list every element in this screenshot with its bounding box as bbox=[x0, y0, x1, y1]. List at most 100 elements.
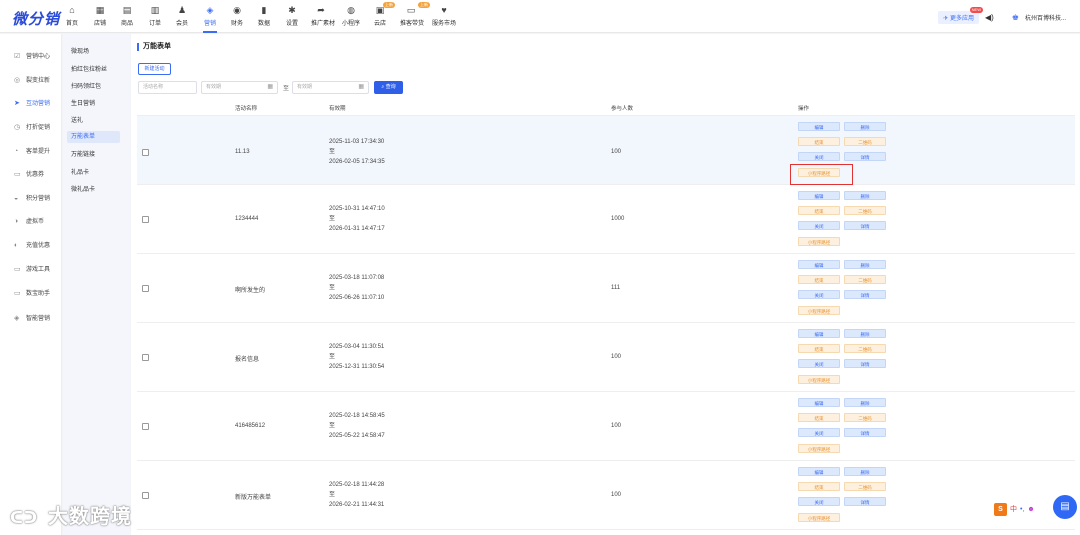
stop-button[interactable]: 结束 bbox=[798, 206, 840, 215]
ime-toolbar[interactable]: S 中 •, ☻ bbox=[994, 501, 1035, 517]
delete-button[interactable]: 删除 bbox=[844, 398, 886, 407]
submenu-item-6[interactable]: 万能链接 bbox=[67, 149, 120, 161]
mini-program-path-button[interactable]: 小程序路径 bbox=[798, 306, 840, 315]
submenu-item-8[interactable]: 微礼品卡 bbox=[67, 184, 120, 196]
ime-language[interactable]: 中 bbox=[1010, 504, 1017, 514]
edit-button[interactable]: 编辑 bbox=[798, 329, 840, 338]
qrcode-button[interactable]: 二维码 bbox=[844, 275, 886, 284]
detail-button[interactable]: 详情 bbox=[844, 152, 886, 161]
ime-punctuation-icon[interactable]: •, bbox=[1020, 506, 1024, 513]
more-apps-button[interactable]: ✈ 更多应用 NEW bbox=[938, 7, 983, 24]
close-button[interactable]: 关闭 bbox=[798, 428, 840, 437]
row-checkbox[interactable] bbox=[142, 354, 149, 361]
nav-item-11[interactable]: ▣ 云店 上新 bbox=[373, 2, 395, 33]
qrcode-button[interactable]: 二维码 bbox=[844, 137, 886, 146]
participant-count: 1000 bbox=[611, 216, 625, 222]
sidebar-item-7[interactable]: ◑ 虚拟币 bbox=[0, 215, 62, 229]
detail-button[interactable]: 详情 bbox=[844, 428, 886, 437]
sidebar-item-11[interactable]: ◈ 智能营销 bbox=[0, 312, 62, 326]
close-button[interactable]: 关闭 bbox=[798, 497, 840, 506]
close-button[interactable]: 关闭 bbox=[798, 290, 840, 299]
row-checkbox[interactable] bbox=[142, 285, 149, 292]
stop-button[interactable]: 结束 bbox=[798, 482, 840, 491]
stop-button[interactable]: 结束 bbox=[798, 275, 840, 284]
company-name[interactable]: 杭州百博科技... bbox=[1025, 13, 1066, 22]
floating-menu-button[interactable]: ▤ bbox=[1053, 495, 1077, 519]
sidebar-item-10[interactable]: ▭ 数宝助手 bbox=[0, 287, 62, 301]
detail-button[interactable]: 详情 bbox=[844, 290, 886, 299]
nav-item-9[interactable]: ➦ 推广素材 bbox=[311, 4, 335, 33]
submenu-item-7[interactable]: 礼品卡 bbox=[67, 167, 120, 179]
stop-button[interactable]: 结束 bbox=[798, 137, 840, 146]
submenu-item-2[interactable]: 扫码领红包 bbox=[67, 81, 120, 93]
ime-logo[interactable]: S bbox=[994, 502, 1007, 516]
stop-button[interactable]: 结束 bbox=[798, 344, 840, 353]
close-button[interactable]: 关闭 bbox=[798, 221, 840, 230]
submenu-item-1[interactable]: 拍红包拉粉丝 bbox=[67, 64, 120, 76]
nav-item-8[interactable]: ✱ 设置 bbox=[285, 4, 299, 33]
nav-item-13[interactable]: ♥ 服务市场 bbox=[431, 4, 457, 33]
nav-item-12[interactable]: ▭ 推客带货 上新 bbox=[400, 2, 430, 33]
stop-button[interactable]: 结束 bbox=[798, 413, 840, 422]
sidebar-item-3[interactable]: ◷ 打折促销 bbox=[0, 121, 62, 135]
sidebar-item-6[interactable]: ◒ 积分营销 bbox=[0, 192, 62, 206]
sound-icon[interactable]: ◀) bbox=[985, 13, 994, 22]
app-logo[interactable]: 微分销 bbox=[12, 8, 60, 29]
activity-name-input[interactable]: 活动名称 bbox=[138, 81, 197, 94]
detail-button[interactable]: 详情 bbox=[844, 359, 886, 368]
mini-program-path-button[interactable]: 小程序路径 bbox=[798, 513, 840, 522]
submenu-item-3[interactable]: 生日营销 bbox=[67, 98, 120, 110]
sidebar-item-8[interactable]: ◐ 充值优惠 bbox=[0, 239, 62, 253]
row-checkbox[interactable] bbox=[142, 149, 149, 156]
close-button[interactable]: 关闭 bbox=[798, 359, 840, 368]
nav-item-7[interactable]: ▮ 数据 bbox=[257, 4, 271, 33]
delete-button[interactable]: 删除 bbox=[844, 329, 886, 338]
close-button[interactable]: 关闭 bbox=[798, 152, 840, 161]
edit-button[interactable]: 编辑 bbox=[798, 467, 840, 476]
nav-item-5[interactable]: ◈ 营销 bbox=[203, 4, 217, 33]
mini-program-path-button[interactable]: 小程序路径 bbox=[798, 444, 840, 453]
detail-button[interactable]: 详情 bbox=[844, 497, 886, 506]
delete-button[interactable]: 删除 bbox=[844, 260, 886, 269]
edit-button[interactable]: 编辑 bbox=[798, 122, 840, 131]
nav-item-6[interactable]: ◉ 财务 bbox=[230, 4, 244, 33]
mini-program-path-button[interactable]: 小程序路径 bbox=[798, 237, 840, 246]
row-checkbox[interactable] bbox=[142, 423, 149, 430]
start-date-input[interactable]: 有效期 ▦ bbox=[201, 81, 278, 94]
edit-button[interactable]: 编辑 bbox=[798, 398, 840, 407]
row-checkbox[interactable] bbox=[142, 216, 149, 223]
new-activity-button[interactable]: 新建活动 bbox=[138, 63, 171, 75]
avatar[interactable]: ♚ bbox=[1012, 13, 1019, 22]
edit-button[interactable]: 编辑 bbox=[798, 191, 840, 200]
sidebar-item-0[interactable]: ☑ 营销中心 bbox=[0, 50, 62, 64]
qrcode-button[interactable]: 二维码 bbox=[844, 344, 886, 353]
sidebar-item-4[interactable]: ◔ 客单提升 bbox=[0, 145, 62, 159]
mini-program-path-button[interactable]: 小程序路径 bbox=[798, 375, 840, 384]
ime-emoji-icon[interactable]: ☻ bbox=[1027, 506, 1034, 513]
settings-icon: ✱ bbox=[288, 5, 296, 15]
edit-button[interactable]: 编辑 bbox=[798, 260, 840, 269]
sidebar-item-5[interactable]: ▭ 优惠券 bbox=[0, 168, 62, 182]
qrcode-button[interactable]: 二维码 bbox=[844, 413, 886, 422]
delete-button[interactable]: 删除 bbox=[844, 467, 886, 476]
submenu-item-0[interactable]: 微现场 bbox=[67, 46, 120, 58]
query-button[interactable]: ⌕ 查询 bbox=[374, 81, 403, 94]
delete-button[interactable]: 删除 bbox=[844, 191, 886, 200]
qrcode-button[interactable]: 二维码 bbox=[844, 482, 886, 491]
submenu-item-5[interactable]: 万能表单 bbox=[67, 131, 120, 143]
nav-item-3[interactable]: ▥ 订单 bbox=[148, 4, 162, 33]
end-date-input[interactable]: 有效期 ▦ bbox=[292, 81, 369, 94]
row-checkbox[interactable] bbox=[142, 492, 149, 499]
nav-item-10[interactable]: ◍ 小程序 bbox=[342, 4, 360, 33]
nav-item-4[interactable]: ♟ 会员 bbox=[175, 4, 189, 33]
qrcode-button[interactable]: 二维码 bbox=[844, 206, 886, 215]
sidebar-item-9[interactable]: ▭ 游戏工具 bbox=[0, 263, 62, 277]
nav-item-0[interactable]: ⌂ 首页 bbox=[66, 4, 78, 33]
nav-item-2[interactable]: ▤ 商品 bbox=[120, 4, 134, 33]
delete-button[interactable]: 删除 bbox=[844, 122, 886, 131]
detail-button[interactable]: 详情 bbox=[844, 221, 886, 230]
sidebar-item-1[interactable]: ◎ 裂变拉新 bbox=[0, 74, 62, 88]
sidebar-item-2[interactable]: ➤ 互动营销 bbox=[0, 97, 62, 111]
nav-item-1[interactable]: ▦ 店铺 bbox=[93, 4, 107, 33]
submenu-item-4[interactable]: 送礼 bbox=[67, 115, 120, 127]
